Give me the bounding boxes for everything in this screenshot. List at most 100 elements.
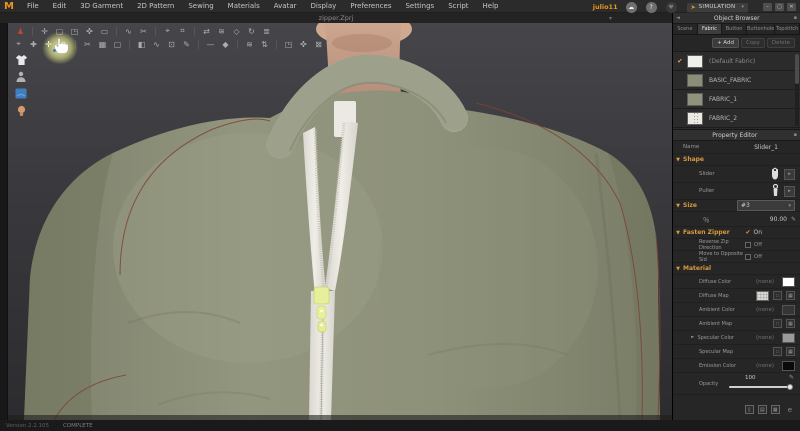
erase-icon[interactable]: ⊠ — [312, 38, 325, 50]
opacity-slider[interactable] — [729, 384, 793, 390]
ambient-color-swatch[interactable] — [782, 304, 795, 315]
expand-arrow-icon[interactable]: ► — [691, 335, 694, 340]
menu-settings[interactable]: Settings — [398, 0, 441, 13]
checkbox-checked-icon[interactable]: ✔ — [745, 229, 750, 236]
menu-3d-garment[interactable]: 3D Garment — [73, 0, 130, 13]
shade-icon[interactable]: ◧ — [135, 38, 148, 50]
open-map-icon[interactable]: ▦ — [786, 319, 795, 328]
texture-icon[interactable]: ⊡ — [165, 38, 178, 50]
material-section-header[interactable]: ▼ Material — [673, 263, 800, 275]
percent-value[interactable]: 90.00 — [770, 216, 787, 223]
wind-icon[interactable]: ∿ — [122, 25, 135, 37]
tab-fabric[interactable]: Fabric — [697, 24, 723, 34]
shape-section-header[interactable]: ▼ Shape — [673, 154, 800, 166]
plane-icon[interactable]: ▭ — [98, 25, 111, 37]
avatar-head-icon[interactable] — [14, 104, 28, 117]
show-avatar-icon[interactable] — [14, 70, 28, 83]
fabric-swatch-zipper[interactable] — [687, 111, 703, 125]
fasten-zipper-header[interactable]: ▼ Fasten Zipper ✔ On — [673, 227, 800, 239]
menu-script[interactable]: Script — [441, 0, 475, 13]
pin-icon[interactable]: ▪ — [791, 132, 800, 138]
browser-icon[interactable]: e — [788, 406, 792, 414]
specular-color-swatch[interactable] — [782, 332, 795, 343]
menu-help[interactable]: Help — [476, 0, 506, 13]
menu-preferences[interactable]: Preferences — [343, 0, 398, 13]
slider-picker-button[interactable]: ▸ — [784, 168, 795, 180]
show-garment-icon[interactable] — [14, 53, 28, 66]
open-map-icon[interactable]: ▦ — [786, 291, 795, 300]
tab-topstitch[interactable]: Topstitch — [775, 24, 800, 34]
panel-collapse-icon[interactable]: ◄ — [673, 15, 683, 21]
swap-icon[interactable]: ⇄ — [200, 25, 213, 37]
pen-icon[interactable]: ✎ — [180, 38, 193, 50]
fabric-swatch[interactable] — [687, 54, 703, 68]
open-map-icon[interactable]: ▦ — [786, 347, 795, 356]
fabric-swatch[interactable] — [687, 92, 703, 106]
avatar-pose-icon[interactable]: ♟ — [14, 25, 27, 37]
checkbox-unchecked-icon[interactable] — [744, 253, 751, 260]
edit-pencil-icon[interactable]: ✎ — [791, 216, 796, 223]
menu-edit[interactable]: Edit — [46, 0, 74, 13]
viewport-menu-icon[interactable]: ▾ — [609, 15, 612, 22]
gem-icon[interactable]: ◆ — [219, 38, 232, 50]
scissors-icon[interactable]: ✂ — [137, 25, 150, 37]
tile-map-icon[interactable]: ∷ — [773, 347, 782, 356]
chevron-down-icon[interactable]: ▾ — [741, 4, 744, 10]
tab-button[interactable]: Button — [722, 24, 747, 34]
emission-color-swatch[interactable] — [782, 360, 795, 371]
select-icon[interactable]: ⌖ — [12, 38, 25, 50]
check-icon[interactable]: ✔ — [673, 57, 687, 65]
tab-buttonhole[interactable]: Buttonhole — [746, 24, 776, 34]
measure-icon[interactable]: — — [204, 38, 217, 50]
app-logo[interactable]: M — [0, 0, 20, 13]
menu-sewing[interactable]: Sewing — [181, 0, 220, 13]
wave-icon[interactable]: ≋ — [243, 38, 256, 50]
size-dropdown[interactable]: #3 ▾ — [737, 200, 795, 211]
cut-icon[interactable]: ✂ — [81, 38, 94, 50]
layout-grid-icon[interactable]: ▦ — [770, 405, 780, 414]
name-value[interactable]: Slider_1 — [754, 144, 778, 151]
mesh-icon[interactable]: ▦ — [96, 38, 109, 50]
3d-viewport[interactable]: ♟✛▢◳✜▭∿✂⌖⌗⇄≋◇↻≣ ⌖✚✛●✂▦▢◧∿⊡✎—◆≋⇅◳✜⊠ — [8, 23, 672, 420]
curve-icon[interactable]: ∿ — [150, 38, 163, 50]
gizmo-icon[interactable]: ✜ — [83, 25, 96, 37]
library-collapsed-strip[interactable] — [0, 23, 8, 420]
fabric-row-default[interactable]: ✔ (Default Fabric) — [673, 52, 800, 71]
fabric-swatch[interactable] — [687, 73, 703, 87]
tile-map-icon[interactable]: ∷ — [773, 291, 782, 300]
layout-single-icon[interactable]: ▯ — [744, 405, 754, 414]
size-section-header[interactable]: ▼ Size #3 ▾ — [673, 200, 800, 212]
list-icon[interactable]: ≣ — [260, 25, 273, 37]
menu-display[interactable]: Display — [304, 0, 344, 13]
tile-map-icon[interactable]: ∷ — [773, 319, 782, 328]
move-icon[interactable]: ✚ — [27, 38, 40, 50]
diamond-icon[interactable]: ◇ — [230, 25, 243, 37]
puller-shape-icon[interactable] — [771, 183, 780, 199]
opacity-value[interactable]: 100 — [745, 375, 756, 381]
menu-avatar[interactable]: Avatar — [267, 0, 304, 13]
pin-icon[interactable]: ⌖ — [161, 25, 174, 37]
simulation-button[interactable]: ➤ SIMULATION ▾ — [685, 1, 749, 13]
menu-materials[interactable]: Materials — [221, 0, 267, 13]
pin-icon[interactable]: ▪ — [791, 15, 800, 21]
flip-icon[interactable]: ⇅ — [258, 38, 271, 50]
menu-2d-pattern[interactable]: 2D Pattern — [130, 0, 181, 13]
fabric-row-2[interactable]: FABRIC_2 — [673, 109, 800, 128]
puller-picker-button[interactable]: ▸ — [784, 185, 795, 197]
ripple-icon[interactable]: ≋ — [215, 25, 228, 37]
tab-scene[interactable]: Scene — [673, 24, 698, 34]
checkbox-unchecked-icon[interactable] — [744, 241, 751, 248]
menu-file[interactable]: File — [20, 0, 46, 13]
diffuse-color-swatch[interactable] — [782, 276, 795, 287]
fabric-list-scrollbar[interactable] — [795, 54, 799, 126]
grid-icon[interactable]: ⌗ — [176, 25, 189, 37]
cloud-icon[interactable]: ☁ — [625, 1, 637, 13]
frame-2-icon[interactable]: ◳ — [282, 38, 295, 50]
fabric-swatch-icon[interactable] — [14, 87, 28, 100]
edit-pencil-icon[interactable]: ✎ — [789, 374, 794, 381]
diffuse-map-swatch[interactable] — [756, 290, 769, 301]
box-select-icon[interactable]: ▢ — [111, 38, 124, 50]
restore-button[interactable]: ▢ — [775, 3, 784, 11]
hand-icon[interactable]: ✛ — [38, 25, 51, 37]
minimize-button[interactable]: – — [763, 3, 772, 11]
